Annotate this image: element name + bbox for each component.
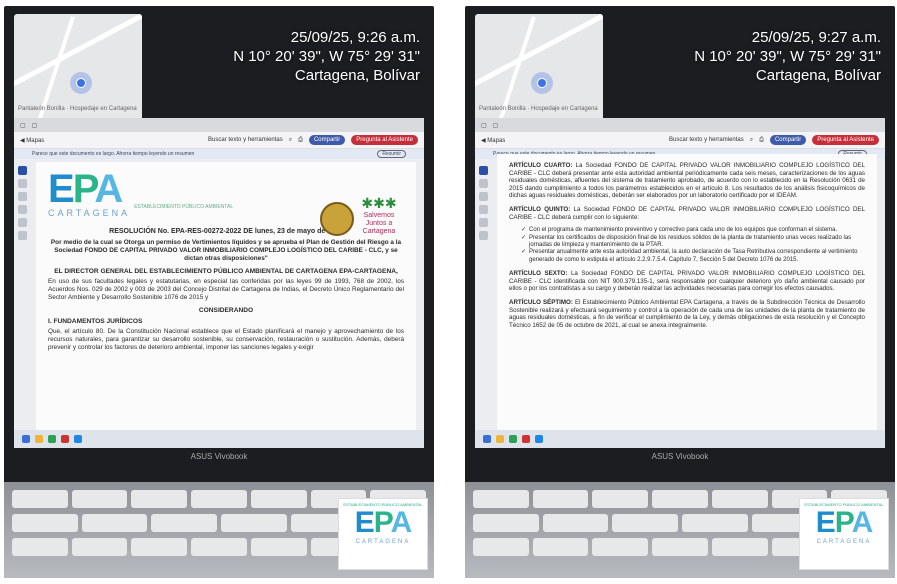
search-tools-button[interactable]: Buscar texto y herramientas [669, 137, 744, 143]
stamp-coords: N 10° 20' 39", W 75° 29' 31" [233, 48, 420, 65]
pdf-toolbar: ◀ Mapas Buscar texto y herramientas ⌕ ⎙ … [475, 132, 885, 149]
zoom-icon[interactable] [18, 179, 27, 188]
epa-logo-city: CARTAGENA [48, 208, 131, 218]
search-icon[interactable]: ⌕ [289, 137, 292, 144]
laptop-brand: ASUS Vivobook [651, 452, 709, 461]
zoom-icon[interactable] [479, 179, 488, 188]
cursor-icon[interactable] [479, 166, 488, 175]
notice-text: Parece que este documento es largo. Ahor… [32, 151, 195, 157]
browser-tabbar: ▢ ▢ [475, 118, 885, 132]
shape-icon[interactable] [479, 231, 488, 240]
print-icon[interactable]: ⎙ [298, 137, 303, 144]
ask-assistant-button[interactable]: Pregunta al Asistente [812, 135, 879, 145]
map-thumbnail: Pantaleón Bonilla · Hospedaje en Cartage… [14, 14, 142, 122]
laptop-screen: ▢ ▢ ◀ Mapas Buscar texto y herramientas … [14, 118, 424, 448]
pdf-app-icon[interactable] [61, 435, 69, 443]
text-icon[interactable] [479, 218, 488, 227]
start-icon[interactable] [483, 435, 491, 443]
article-paragraph: ARTÍCULO QUINTO: La Sociedad FONDO DE CA… [509, 205, 865, 221]
pdf-app-icon[interactable] [522, 435, 530, 443]
faculties-paragraph: En uso de sus facultades legales y estat… [48, 278, 404, 301]
epa-watermark-word: EPA [354, 506, 412, 539]
people-icon: ✱✱✱ [361, 195, 397, 211]
list-item: Presentar los certificados de disposició… [521, 235, 865, 250]
considerando-heading: CONSIDERANDO [198, 307, 254, 314]
summary-notice: Parece que este documento es largo. Ahor… [14, 149, 424, 159]
tab-icon[interactable]: ▢ [481, 122, 487, 129]
stamp-place: Cartagena, Bolívar [294, 67, 420, 84]
text-icon[interactable] [18, 218, 27, 227]
section-heading: I. FUNDAMENTOS JURÍDICOS [48, 318, 143, 325]
tab-icon[interactable]: ▢ [493, 122, 499, 129]
search-tools-button[interactable]: Buscar texto y herramientas [208, 137, 283, 143]
share-button[interactable]: Compartir [769, 135, 807, 145]
pen-icon[interactable] [18, 192, 27, 201]
laptop-screen: ▢ ▢ ◀ Mapas Buscar texto y herramientas … [475, 118, 885, 448]
search-icon[interactable]: ⌕ [750, 137, 753, 144]
back-button[interactable]: ◀ Mapas [481, 137, 505, 144]
summarize-button[interactable]: Resumir [377, 150, 406, 158]
highlighter-icon[interactable] [479, 205, 488, 214]
folder-icon[interactable] [496, 435, 504, 443]
location-pin-icon [70, 72, 92, 94]
list-item: Presentar anualmente ante esta autoridad… [521, 249, 865, 264]
epa-logo-word: EPA [48, 167, 123, 211]
back-button[interactable]: ◀ Mapas [20, 137, 44, 144]
share-button[interactable]: Compartir [308, 135, 346, 145]
article-paragraph: ARTÍCULO SEXTO: La Sociedad FONDO DE CAP… [509, 270, 865, 293]
chrome-icon[interactable] [48, 435, 56, 443]
shape-icon[interactable] [18, 231, 27, 240]
checklist: Con el programa de mantenimiento prevent… [521, 227, 865, 264]
edge-icon[interactable] [535, 435, 543, 443]
windows-taskbar [475, 430, 885, 448]
article-paragraph: ARTÍCULO SÉPTIMO: El Establecimiento Púb… [509, 298, 865, 329]
pdf-page: EPA CARTAGENA ESTABLECIMIENTO PÚBLICO AM… [36, 162, 416, 430]
laptop-brand: ASUS Vivobook [190, 452, 248, 461]
list-item: Con el programa de mantenimiento prevent… [521, 227, 865, 235]
location-pin-icon [531, 72, 553, 94]
side-toolbar [479, 166, 489, 240]
stamp-coords: N 10° 20' 39", W 75° 29' 31" [694, 48, 881, 65]
map-thumbnail: Pantaleón Bonilla · Hospedaje en Cartage… [475, 14, 603, 122]
fundamentos-paragraph: Que, el artículo 80. De la Constitución … [48, 328, 404, 351]
stamp-place: Cartagena, Bolívar [755, 67, 881, 84]
map-label: Pantaleón Bonilla · Hospedaje en Cartage… [18, 106, 137, 112]
geo-stamp: 25/09/25, 9:27 a.m. N 10° 20' 39", W 75°… [694, 28, 881, 85]
edge-icon[interactable] [74, 435, 82, 443]
print-icon[interactable]: ⎙ [759, 137, 764, 144]
salvemos-logo: ✱✱✱ Salvemos Juntos a Cartagena [358, 194, 400, 236]
pdf-page: ARTÍCULO CUARTO: La Sociedad FONDO DE CA… [497, 154, 877, 430]
pdf-toolbar: ◀ Mapas Buscar texto y herramientas ⌕ ⎙ … [14, 132, 424, 149]
cursor-icon[interactable] [18, 166, 27, 175]
start-icon[interactable] [22, 435, 30, 443]
photo-left: Pantaleón Bonilla · Hospedaje en Cartage… [4, 6, 434, 578]
map-label: Pantaleón Bonilla · Hospedaje en Cartage… [479, 106, 598, 112]
browser-tabbar: ▢ ▢ [14, 118, 424, 132]
geo-stamp: 25/09/25, 9:26 a.m. N 10° 20' 39", W 75°… [233, 28, 420, 85]
epa-watermark-logo: ESTABLECIMIENTO PÚBLICO AMBIENTAL EPA CA… [338, 498, 428, 570]
director-heading: EL DIRECTOR GENERAL DEL ESTABLECIMIENTO … [54, 268, 398, 275]
stamp-datetime: 25/09/25, 9:26 a.m. [290, 29, 420, 46]
windows-taskbar [14, 430, 424, 448]
folder-icon[interactable] [35, 435, 43, 443]
epa-watermark-word: EPA [815, 506, 873, 539]
article-paragraph: ARTÍCULO CUARTO: La Sociedad FONDO DE CA… [509, 162, 865, 200]
chrome-icon[interactable] [509, 435, 517, 443]
resolution-subject: Por medio de la cual se Otorga un permis… [50, 239, 402, 262]
ask-assistant-button[interactable]: Pregunta al Asistente [351, 135, 418, 145]
cartagena-seal-icon [320, 202, 354, 236]
highlighter-icon[interactable] [18, 205, 27, 214]
pen-icon[interactable] [479, 192, 488, 201]
tab-icon[interactable]: ▢ [20, 122, 26, 129]
stamp-datetime: 25/09/25, 9:27 a.m. [751, 29, 881, 46]
epa-watermark-logo: ESTABLECIMIENTO PÚBLICO AMBIENTAL EPA CA… [799, 498, 889, 570]
photo-right: Pantaleón Bonilla · Hospedaje en Cartage… [465, 6, 895, 578]
epa-logo-sub: ESTABLECIMIENTO PÚBLICO AMBIENTAL [134, 204, 234, 210]
side-toolbar [18, 166, 28, 240]
tab-icon[interactable]: ▢ [32, 122, 38, 129]
